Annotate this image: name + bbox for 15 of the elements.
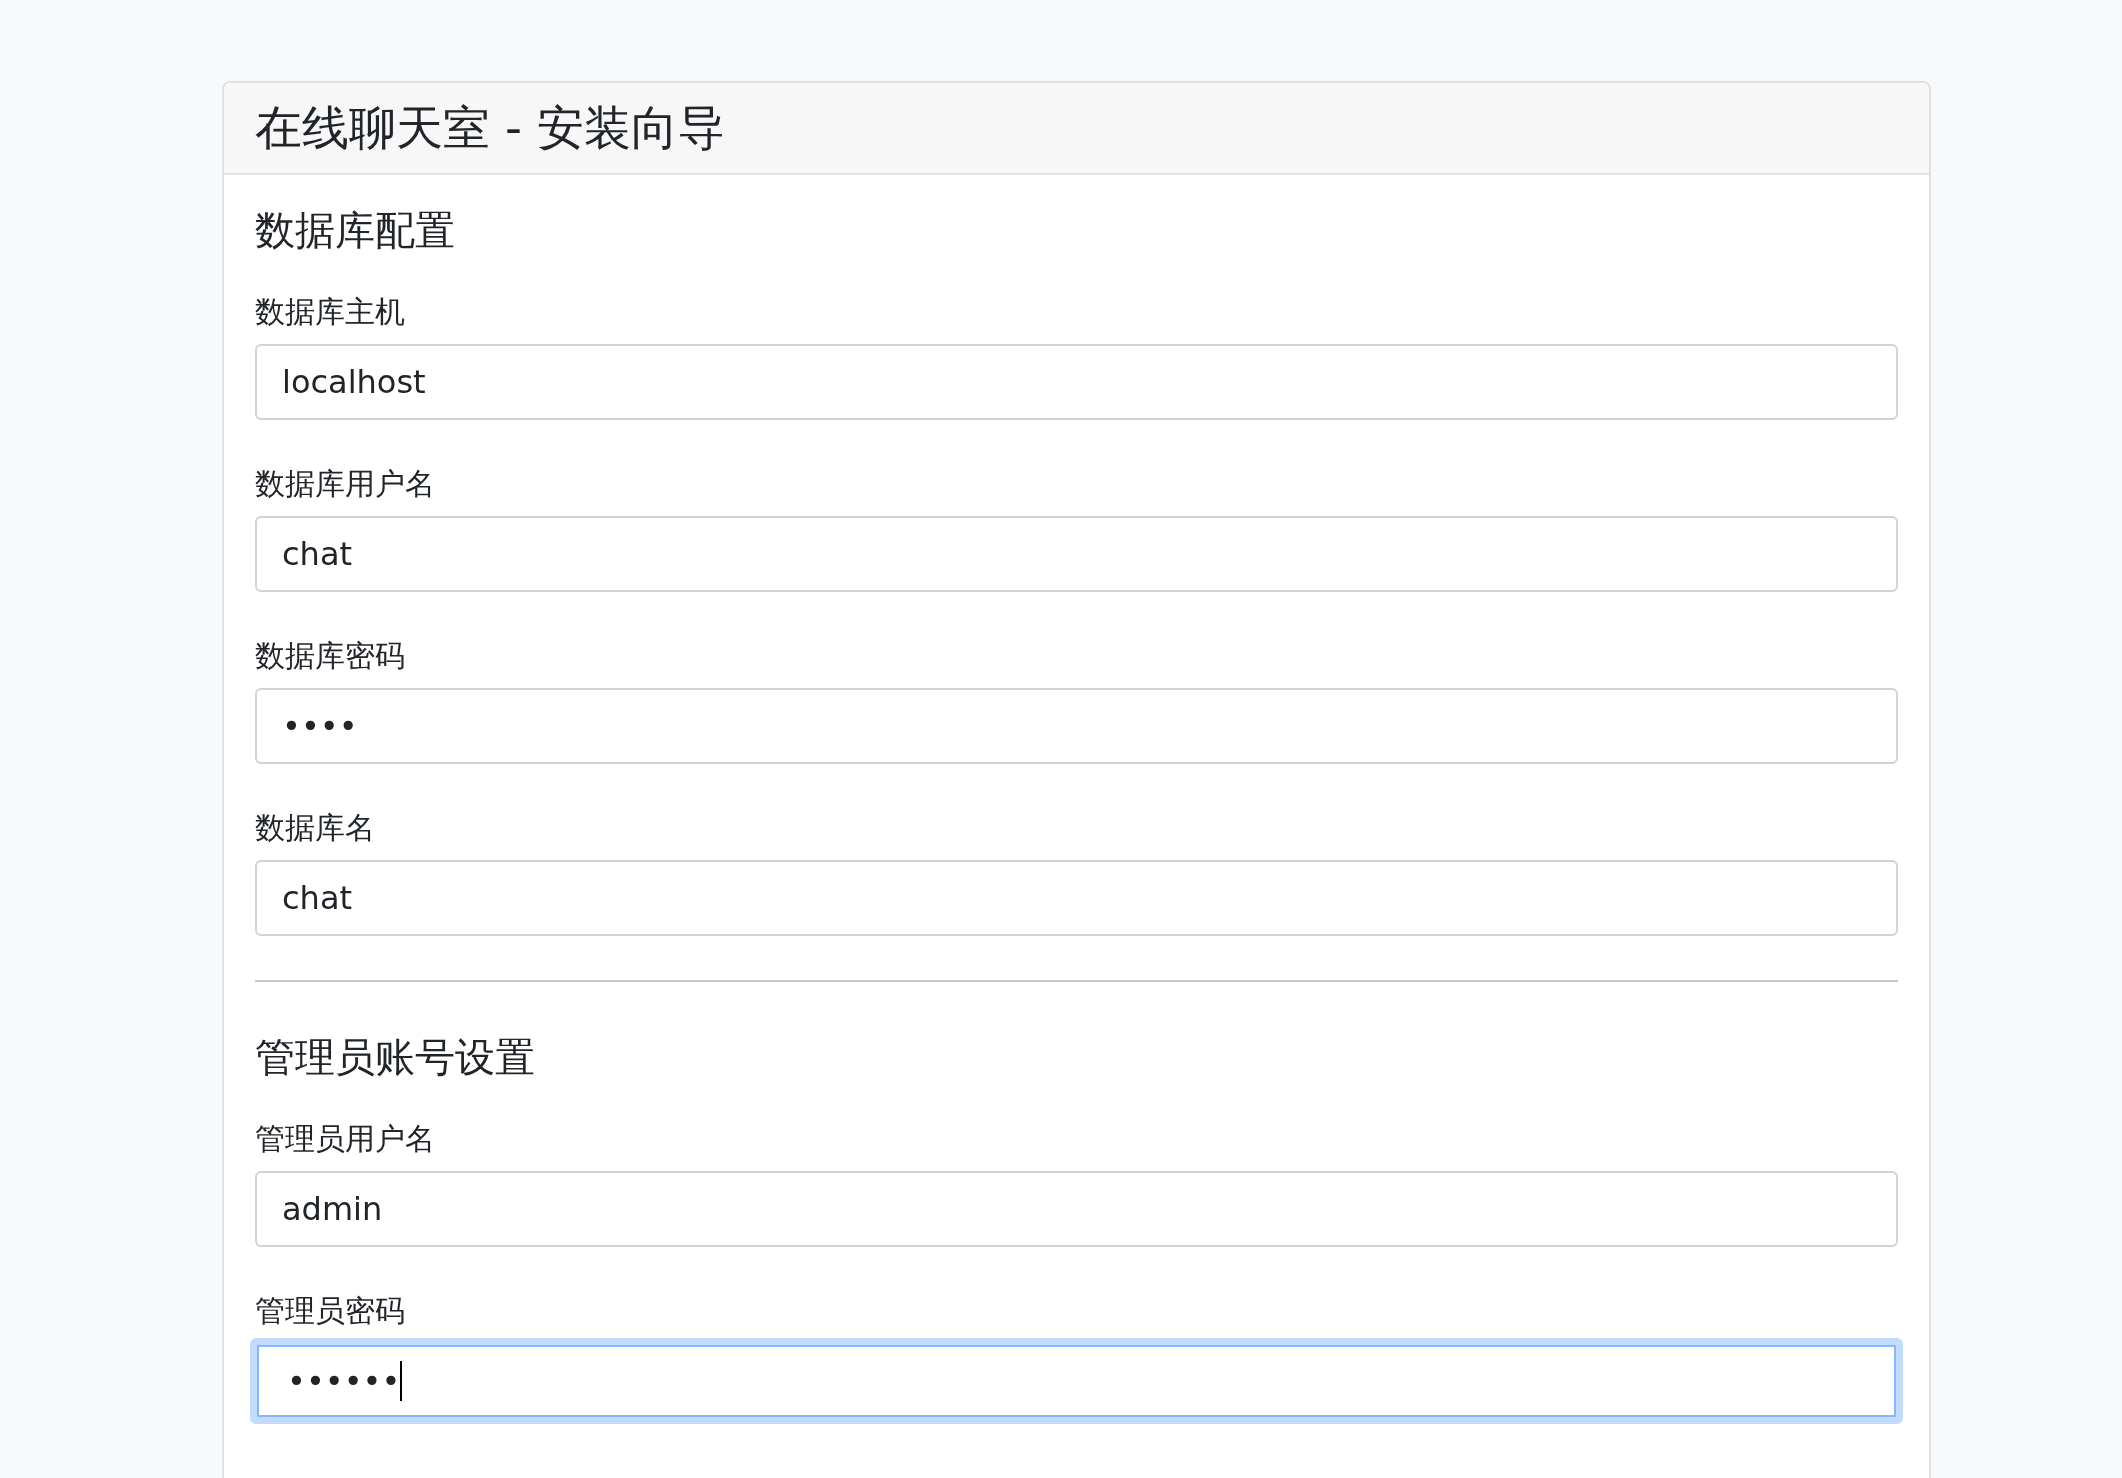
card-title: 在线聊天室 - 安装向导 [255, 99, 726, 157]
section-heading: 数据库配置 [255, 206, 456, 255]
field-label: 管理员用户名 [255, 1120, 436, 1158]
input-field[interactable]: •••••• [250, 1338, 1903, 1424]
field-label: 数据库主机 [255, 293, 406, 331]
field-label: 数据库名 [255, 809, 376, 847]
input-field[interactable]: admin [255, 1171, 1898, 1247]
input-field[interactable]: chat [255, 516, 1898, 592]
field-label: 数据库密码 [255, 637, 406, 675]
input-field[interactable]: •••• [255, 688, 1898, 764]
section-heading: 管理员账号设置 [255, 1033, 536, 1082]
field-label: 管理员密码 [255, 1292, 406, 1330]
input-field[interactable]: localhost [255, 344, 1898, 420]
input-field[interactable]: chat [255, 860, 1898, 936]
field-label: 数据库用户名 [255, 465, 436, 503]
